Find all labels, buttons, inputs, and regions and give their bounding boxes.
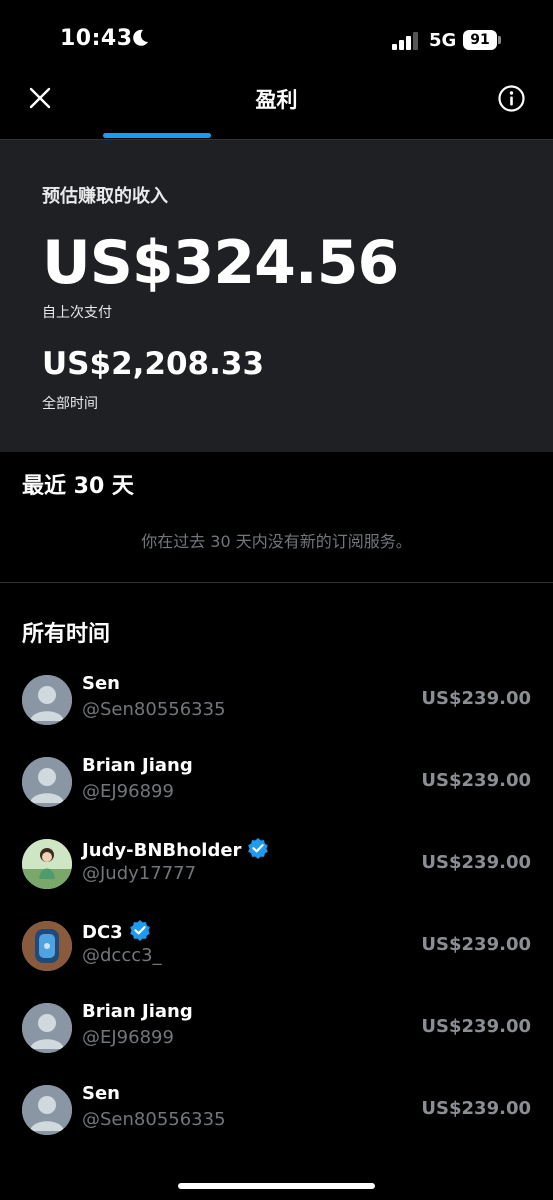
all-time-label: 全部时间 <box>42 396 98 412</box>
subscriber-amount: US$239.00 <box>421 1016 531 1037</box>
signal-icon <box>392 32 418 50</box>
home-indicator[interactable] <box>178 1183 375 1189</box>
subscriber-handle: @EJ96899 <box>82 1027 174 1048</box>
subscriber-name-line: Judy-BNBholder <box>82 837 269 861</box>
battery-level: 91 <box>470 32 490 48</box>
subscriber-row[interactable]: Brian Jiang @EJ96899 US$239.00 <box>0 755 553 839</box>
subscriber-amount: US$239.00 <box>421 1098 531 1119</box>
subscriber-amount: US$239.00 <box>421 852 531 873</box>
subscriber-name: Judy-BNBholder <box>82 840 242 861</box>
subscriber-handle: @dccc3_ <box>82 945 162 966</box>
subscriber-name-line: Brian Jiang <box>82 1001 193 1022</box>
subscriber-row[interactable]: DC3 @dccc3_ US$239.00 <box>0 919 553 1003</box>
subscriber-amount: US$239.00 <box>421 770 531 791</box>
subscriber-name: Brian Jiang <box>82 1001 193 1022</box>
subscriber-row[interactable]: Sen @Sen80556335 US$239.00 <box>0 1083 553 1167</box>
subscriber-name-line: DC3 <box>82 919 151 943</box>
tab-indicator <box>103 133 211 138</box>
subscriber-name: Sen <box>82 673 120 694</box>
default-avatar-icon[interactable] <box>22 675 72 725</box>
since-last-payout-amount: US$324.56 <box>42 228 399 298</box>
subscriber-handle: @EJ96899 <box>82 781 174 802</box>
recent-section-title: 最近 30 天 <box>22 474 134 499</box>
status-time: 10:43 <box>60 26 133 51</box>
since-last-payout-label: 自上次支付 <box>42 305 112 321</box>
subscriber-name: DC3 <box>82 922 123 943</box>
subscriber-row[interactable]: Judy-BNBholder @Judy17777 US$239.00 <box>0 837 553 921</box>
subscriber-name-line: Sen <box>82 673 120 694</box>
default-avatar-icon[interactable] <box>22 1003 72 1053</box>
verified-badge-icon <box>248 838 269 859</box>
subscriber-name: Sen <box>82 1083 120 1104</box>
network-type: 5G <box>429 30 457 51</box>
subscriber-name-line: Sen <box>82 1083 120 1104</box>
moon-icon <box>133 29 148 46</box>
verified-badge-icon <box>129 920 150 941</box>
subscriber-name: Brian Jiang <box>82 755 193 776</box>
all-time-amount: US$2,208.33 <box>42 346 265 382</box>
subscriber-amount: US$239.00 <box>421 688 531 709</box>
default-avatar-icon[interactable] <box>22 1085 72 1135</box>
subscriber-handle: @Judy17777 <box>82 863 197 884</box>
subscriber-name-line: Brian Jiang <box>82 755 193 776</box>
estimated-earnings-label: 预估赚取的收入 <box>42 186 168 207</box>
subscriber-handle: @Sen80556335 <box>82 699 226 720</box>
avatar[interactable] <box>22 921 72 971</box>
subscriber-row[interactable]: Sen @Sen80556335 US$239.00 <box>0 673 553 757</box>
subscriber-row[interactable]: Brian Jiang @EJ96899 US$239.00 <box>0 1001 553 1085</box>
divider <box>0 582 553 583</box>
default-avatar-icon[interactable] <box>22 757 72 807</box>
page-title: 盈利 <box>255 88 298 112</box>
info-icon[interactable] <box>497 84 526 113</box>
subscriber-handle: @Sen80556335 <box>82 1109 226 1130</box>
subscriber-amount: US$239.00 <box>421 934 531 955</box>
recent-empty-message: 你在过去 30 天内没有新的订阅服务。 <box>141 532 412 551</box>
battery-tip <box>498 36 501 44</box>
battery-icon: 91 <box>463 30 497 50</box>
avatar[interactable] <box>22 839 72 889</box>
all-time-section-title: 所有时间 <box>22 622 111 647</box>
